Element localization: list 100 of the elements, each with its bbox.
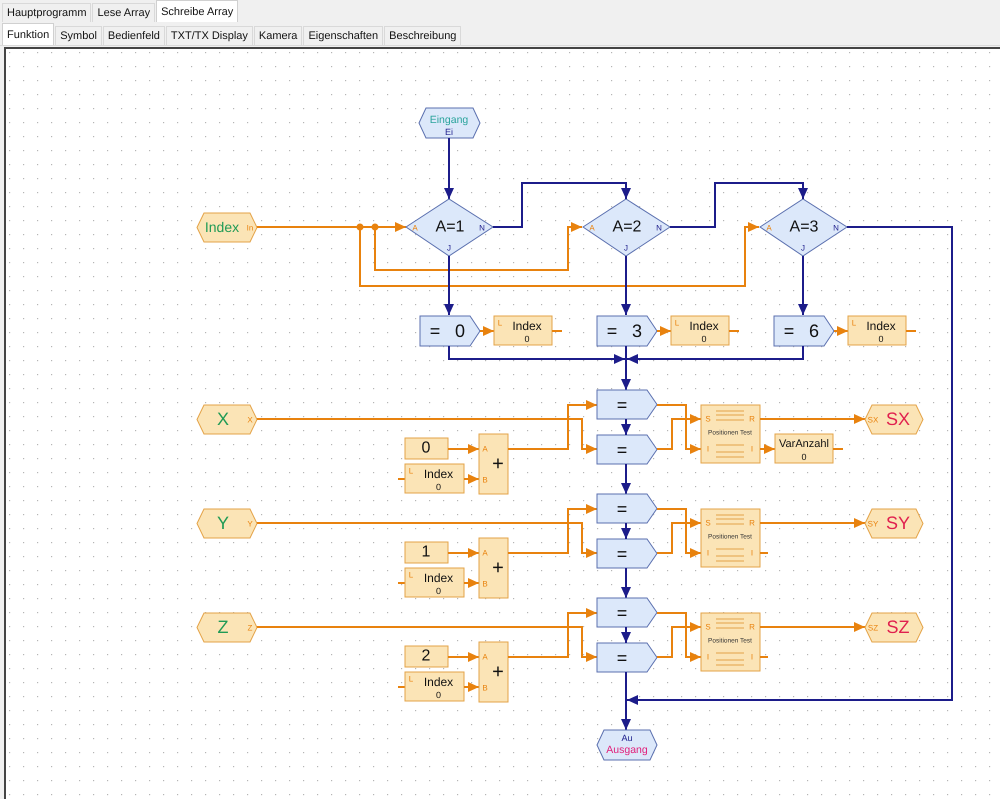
variable-name: Index [424, 467, 454, 481]
port-label: S [705, 414, 711, 424]
flow-arrow [444, 138, 454, 199]
port-label: J [801, 244, 805, 252]
scope-label: L [852, 318, 856, 328]
data-wire [657, 622, 701, 658]
view-tab[interactable]: Funktion [2, 23, 54, 45]
port-label: In [246, 224, 254, 232]
variable-name: Index [866, 319, 896, 333]
list-block [700, 508, 760, 568]
port-label: B [482, 476, 488, 484]
data-wire [657, 326, 671, 336]
operator-label: = [616, 395, 628, 415]
output-label: SY [886, 513, 910, 533]
compare-block [596, 390, 658, 420]
scope-label: L [408, 674, 414, 684]
compare-block [596, 598, 658, 628]
view-tab[interactable]: Bedienfeld [102, 26, 165, 45]
wire-stub [552, 330, 562, 332]
operator-label: = [784, 321, 794, 341]
operator-label: = [616, 648, 628, 668]
flow-arrow [444, 256, 454, 315]
port-label: I [706, 652, 710, 662]
port-label: B [482, 580, 488, 588]
view-tab[interactable]: Eigenschaften [303, 26, 384, 45]
port-label: I [706, 444, 710, 454]
operator-label: = [616, 499, 628, 519]
wire-stub [833, 448, 843, 450]
variable-name: Index [689, 319, 719, 333]
operator-label: = [430, 321, 440, 341]
compare-block [596, 434, 658, 464]
program-tab[interactable]: Hauptprogramm [2, 3, 92, 22]
input-label: Y [217, 513, 229, 533]
data-wire [657, 414, 701, 450]
port-label: J [624, 244, 628, 252]
operator-label: = [616, 440, 628, 460]
port-label: X [247, 416, 253, 424]
port-label: I [750, 652, 754, 662]
view-tab[interactable]: Beschreibung [384, 26, 462, 45]
variable-value: 0 [524, 334, 530, 344]
port-label: S [705, 518, 711, 528]
variable-value: 0 [702, 334, 706, 344]
operator-label: = [606, 321, 618, 341]
port-label: R [749, 518, 755, 528]
operator-label: = [616, 544, 628, 564]
wire-stub [760, 656, 768, 658]
port-label: A [482, 652, 488, 662]
operator-label: + [492, 661, 504, 683]
data-wire [834, 326, 848, 336]
port-label: SX [868, 416, 878, 424]
port-label: B [482, 684, 488, 692]
program-tab[interactable]: Lese Array [92, 3, 156, 22]
data-wire [760, 444, 775, 454]
port-label: I [706, 548, 710, 558]
port-label: S [705, 622, 711, 632]
assign-value: 3 [632, 321, 642, 341]
constant-value: 2 [422, 648, 430, 664]
view-tab[interactable]: Kamera [254, 26, 302, 45]
program-tab[interactable]: Schreibe Array [156, 0, 238, 22]
wire-stub [398, 582, 405, 584]
variable-value: 0 [436, 690, 441, 700]
data-wire [657, 508, 701, 558]
condition-label: A=3 [790, 218, 818, 236]
variable-name: Index [424, 675, 454, 689]
view-tab[interactable]: TXT/TX Display [166, 26, 253, 45]
data-wire [657, 612, 701, 662]
junction-dot [356, 224, 364, 230]
port-label: I [750, 444, 754, 454]
output-label: SX [886, 409, 910, 429]
variable-block [848, 316, 906, 346]
constant-value: 1 [422, 544, 430, 560]
input-label: Z [218, 617, 228, 637]
port-label: A [766, 224, 772, 232]
constant-block [404, 646, 448, 668]
adder-block [478, 434, 508, 494]
port-label: R [749, 414, 755, 424]
list-block [700, 404, 760, 464]
port-label: SZ [868, 624, 878, 632]
port-label: SY [868, 520, 878, 528]
port-label: R [749, 622, 755, 632]
port-label: I [750, 548, 754, 558]
compare-block [596, 538, 658, 568]
data-wire [480, 326, 494, 336]
port-label: A [482, 444, 488, 454]
wire-stub [760, 552, 768, 554]
port-label: A [412, 224, 418, 232]
assign-block [596, 316, 658, 346]
wire-stub [398, 686, 405, 688]
operator-label: + [492, 557, 504, 579]
scope-label: L [408, 466, 414, 476]
port-label: J [447, 244, 451, 252]
variable-block [774, 434, 834, 464]
port-label: Z [248, 624, 252, 632]
assign-value: 6 [809, 321, 819, 341]
port-label: A [482, 548, 488, 558]
port-label: A [589, 224, 595, 232]
data-wire [464, 474, 479, 484]
port-label: Ei [445, 127, 453, 137]
view-tab[interactable]: Symbol [55, 26, 102, 45]
wire-stub [906, 330, 916, 332]
